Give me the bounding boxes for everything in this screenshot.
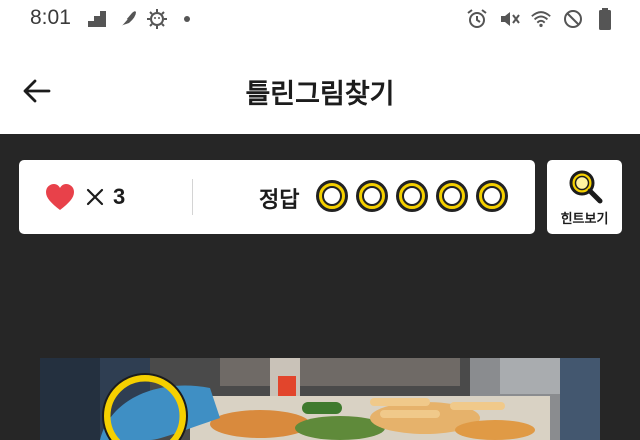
answer-slot bbox=[396, 180, 428, 212]
sun-face-icon bbox=[146, 8, 168, 30]
lives-display: 3 bbox=[45, 182, 125, 212]
hint-button[interactable]: 힌트보기 bbox=[547, 160, 622, 234]
lives-count: 3 bbox=[113, 184, 126, 209]
stairs-icon bbox=[86, 8, 108, 30]
card-divider bbox=[192, 179, 193, 215]
answer-slots bbox=[316, 180, 508, 212]
battery-icon bbox=[594, 8, 616, 30]
answer-label: 정답 bbox=[259, 188, 300, 213]
answer-slot bbox=[316, 180, 348, 212]
heart-icon bbox=[46, 184, 74, 210]
answer-slot bbox=[356, 180, 388, 212]
app-header: 틀린그림찾기 bbox=[0, 38, 640, 134]
status-right-icons bbox=[466, 8, 616, 30]
street-food-photo bbox=[40, 358, 600, 440]
puzzle-photo[interactable] bbox=[40, 358, 600, 440]
status-left-icons bbox=[86, 8, 198, 30]
status-time: 8:01 bbox=[30, 6, 71, 29]
dot-icon bbox=[176, 8, 198, 30]
times-icon bbox=[86, 188, 104, 206]
page-title: 틀린그림찾기 bbox=[245, 79, 395, 110]
status-bar: 8:01 bbox=[0, 0, 640, 38]
feather-icon bbox=[116, 8, 138, 30]
no-entry-icon bbox=[562, 8, 584, 30]
magnifier-icon bbox=[569, 170, 603, 204]
score-card: 3 정답 bbox=[19, 160, 535, 234]
answer-slot bbox=[476, 180, 508, 212]
wifi-icon bbox=[530, 8, 552, 30]
game-area: 3 정답 힌트보기 bbox=[0, 134, 640, 440]
hint-label: 힌트보기 bbox=[560, 212, 609, 227]
mute-icon bbox=[498, 8, 520, 30]
answer-slot bbox=[436, 180, 468, 212]
alarm-icon bbox=[466, 8, 488, 30]
